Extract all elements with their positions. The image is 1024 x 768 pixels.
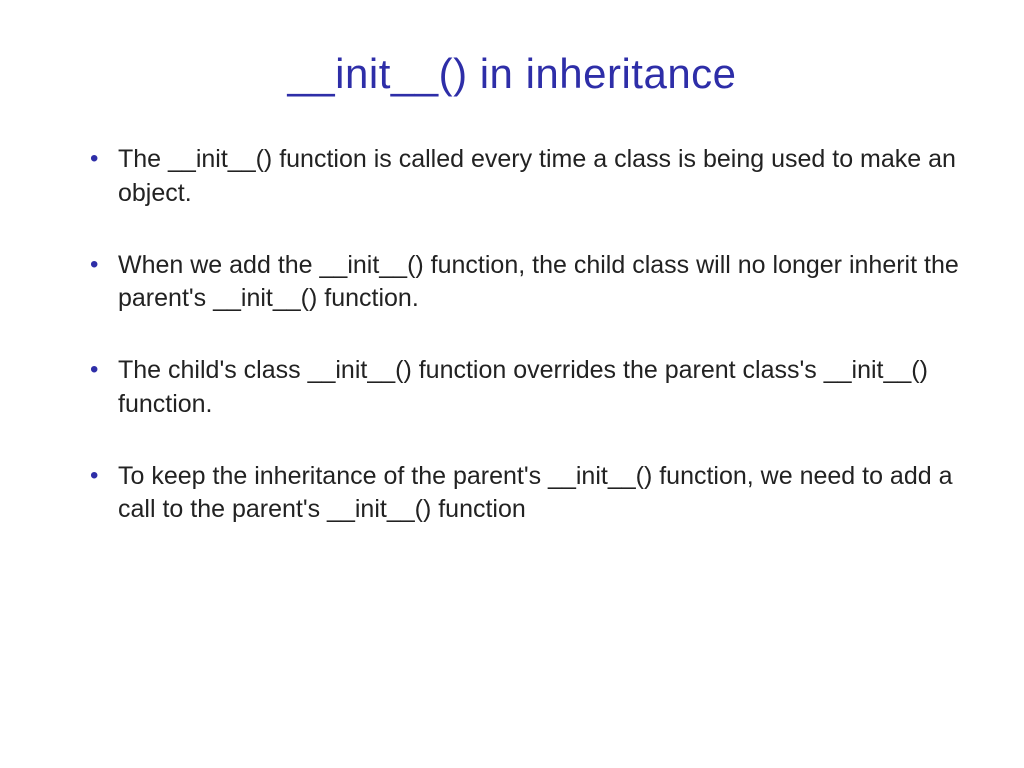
bullet-list: The __init__() function is called every … [60,143,964,527]
slide-title: __init__() in inheritance [60,50,964,98]
bullet-item: To keep the inheritance of the parent's … [90,460,964,528]
slide-container: __init__() in inheritance The __init__()… [0,0,1024,768]
bullet-item: When we add the __init__() function, the… [90,249,964,317]
bullet-item: The __init__() function is called every … [90,143,964,211]
bullet-item: The child's class __init__() function ov… [90,354,964,422]
